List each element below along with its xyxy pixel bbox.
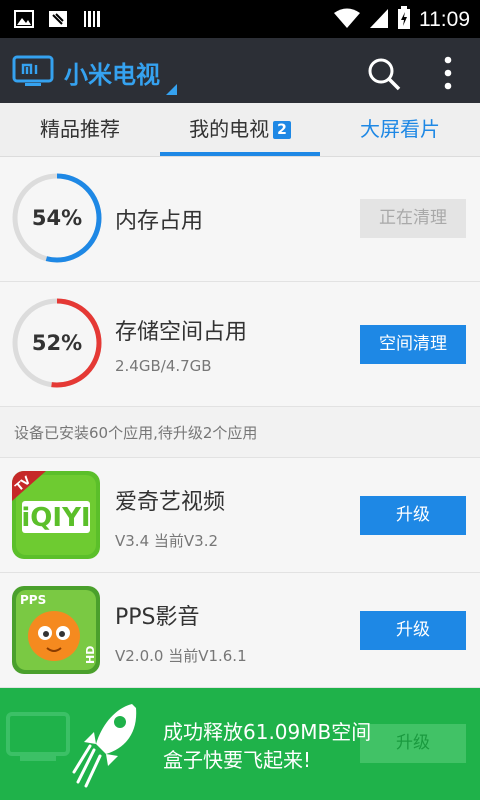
app-bar: 小米电视	[0, 38, 480, 103]
clean-space-button[interactable]: 空间清理	[360, 325, 466, 364]
app-version: V2.0.0 当前V1.6.1	[115, 647, 247, 665]
battery-icon	[397, 6, 411, 34]
toast-message-line2: 盒子快要飞起来!	[163, 748, 312, 772]
memory-title: 内存占用	[115, 209, 204, 234]
wifi-icon	[333, 7, 361, 33]
gallery-notification-icon	[14, 9, 34, 33]
upgrade-button[interactable]: 升级	[360, 496, 466, 535]
tv-watermark-icon	[0, 694, 80, 798]
cleaning-button[interactable]: 正在清理	[360, 199, 466, 238]
app-row[interactable]: TV iQIYI 爱奇艺视频 V3.4 当前V3.2 升级	[0, 458, 480, 573]
storage-usage-row: 52% 存储空间占用 2.4GB/4.7GB 空间清理	[0, 282, 480, 407]
app-row[interactable]: PPS HD PPS影音 V2.0.0 当前V1.6.1 升级	[0, 573, 480, 688]
obscured-upgrade-button: 升级	[360, 724, 466, 763]
update-count-badge: 2	[273, 121, 291, 139]
status-bar: 11:09	[0, 0, 480, 38]
install-info-text: 设备已安装60个应用,待升级2个应用	[14, 424, 258, 442]
more-vertical-icon	[444, 56, 452, 90]
svg-text:iQIYI: iQIYI	[21, 503, 90, 533]
dropdown-corner-icon[interactable]	[166, 84, 177, 95]
app-title[interactable]: 小米电视	[64, 55, 160, 90]
barcode-icon	[82, 9, 102, 33]
pps-app-icon: PPS HD	[12, 586, 100, 674]
tab-bar: 精品推荐 我的电视 2 大屏看片	[0, 103, 480, 157]
app-name: PPS影音	[115, 605, 200, 630]
memory-percent: 54%	[31, 206, 83, 230]
svg-text:PPS: PPS	[20, 593, 46, 607]
mi-tv-logo-icon	[12, 55, 54, 93]
upgrade-button[interactable]: 升级	[360, 611, 466, 650]
tab-featured[interactable]: 精品推荐	[0, 103, 160, 156]
storage-usage-text: 2.4GB/4.7GB	[115, 357, 212, 375]
app-version: V3.4 当前V3.2	[115, 532, 219, 550]
memory-usage-row: 54% 内存占用 正在清理	[0, 157, 480, 282]
tab-big-screen[interactable]: 大屏看片	[320, 103, 480, 156]
app-name: 爱奇艺视频	[115, 490, 226, 515]
install-info-row: 设备已安装60个应用,待升级2个应用	[0, 407, 480, 458]
usb-debug-icon	[48, 9, 68, 33]
rocket-icon	[72, 698, 142, 792]
search-button[interactable]	[364, 54, 404, 94]
storage-title: 存储空间占用	[115, 320, 248, 345]
storage-percent: 52%	[31, 331, 83, 355]
overflow-menu-button[interactable]	[436, 54, 460, 94]
iqiyi-app-icon: TV iQIYI	[12, 471, 100, 559]
search-icon	[368, 58, 401, 91]
toast-message-line1: 成功释放61.09MB空间	[163, 720, 372, 744]
svg-text:HD: HD	[84, 646, 97, 664]
clock: 11:09	[419, 8, 470, 31]
clean-success-toast: 升级 成功释放61.09MB空间 盒子快要飞起来!	[0, 688, 480, 800]
signal-icon	[369, 7, 389, 33]
tab-my-tv[interactable]: 我的电视 2	[160, 103, 320, 156]
active-tab-indicator	[160, 152, 320, 156]
